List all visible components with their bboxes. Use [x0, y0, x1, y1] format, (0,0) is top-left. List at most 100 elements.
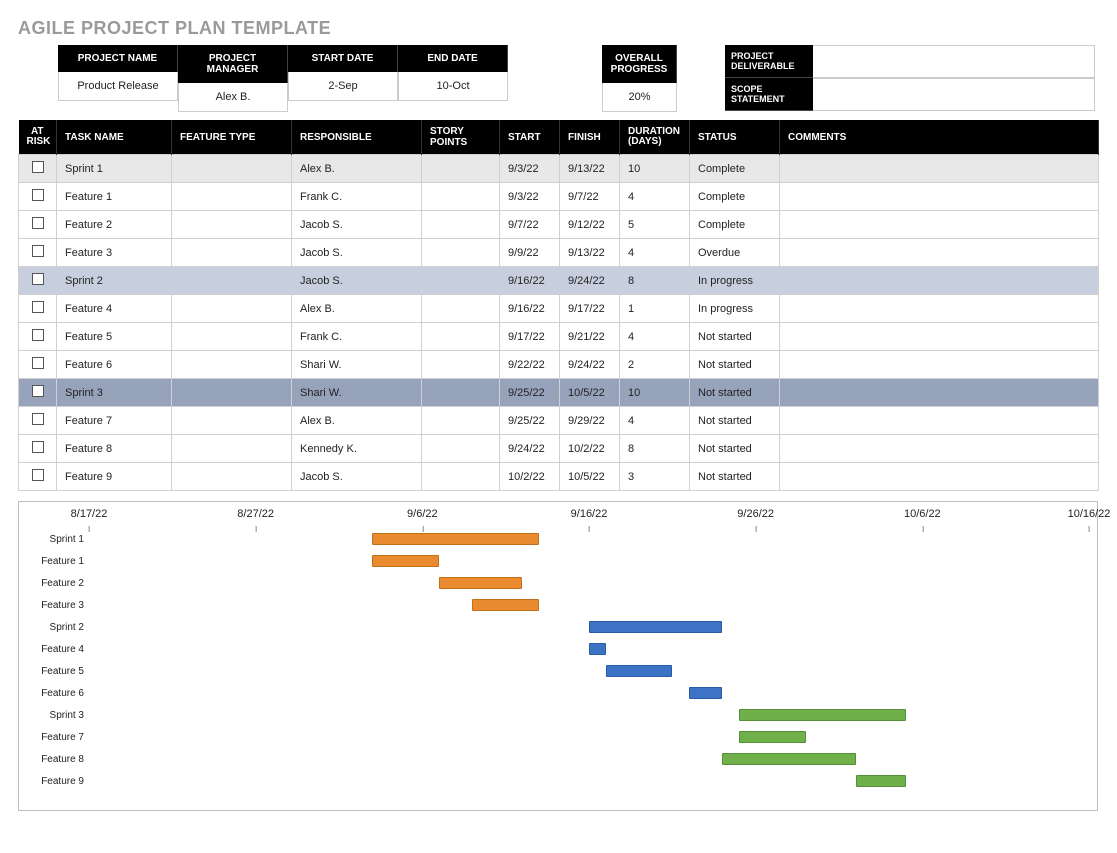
cell-finish[interactable]: 9/17/22 [560, 295, 620, 323]
cell-comments[interactable] [780, 323, 1099, 351]
cell-story-points[interactable] [422, 267, 500, 295]
cell-story-points[interactable] [422, 239, 500, 267]
project-name-value[interactable]: Product Release [58, 72, 178, 101]
cell-responsible[interactable]: Frank C. [292, 183, 422, 211]
cell-responsible[interactable]: Shari W. [292, 379, 422, 407]
cell-responsible[interactable]: Jacob S. [292, 239, 422, 267]
cell-responsible[interactable]: Alex B. [292, 295, 422, 323]
cell-task-name[interactable]: Feature 8 [57, 435, 172, 463]
cell-task-name[interactable]: Feature 3 [57, 239, 172, 267]
cell-duration[interactable]: 4 [620, 183, 690, 211]
cell-start[interactable]: 9/25/22 [500, 379, 560, 407]
cell-task-name[interactable]: Sprint 2 [57, 267, 172, 295]
at-risk-checkbox[interactable] [32, 245, 44, 257]
cell-feature-type[interactable] [172, 239, 292, 267]
cell-start[interactable]: 9/22/22 [500, 351, 560, 379]
cell-responsible[interactable]: Shari W. [292, 351, 422, 379]
cell-story-points[interactable] [422, 155, 500, 183]
start-date-value[interactable]: 2-Sep [288, 72, 398, 101]
cell-start[interactable]: 9/16/22 [500, 267, 560, 295]
cell-feature-type[interactable] [172, 155, 292, 183]
cell-finish[interactable]: 10/5/22 [560, 463, 620, 491]
cell-responsible[interactable]: Frank C. [292, 323, 422, 351]
cell-story-points[interactable] [422, 463, 500, 491]
at-risk-checkbox[interactable] [32, 273, 44, 285]
cell-feature-type[interactable] [172, 351, 292, 379]
cell-feature-type[interactable] [172, 379, 292, 407]
cell-duration[interactable]: 2 [620, 351, 690, 379]
cell-finish[interactable]: 9/12/22 [560, 211, 620, 239]
cell-story-points[interactable] [422, 379, 500, 407]
overall-progress-value[interactable]: 20% [602, 83, 677, 112]
cell-start[interactable]: 9/16/22 [500, 295, 560, 323]
cell-duration[interactable]: 10 [620, 155, 690, 183]
cell-feature-type[interactable] [172, 267, 292, 295]
cell-duration[interactable]: 1 [620, 295, 690, 323]
cell-status[interactable]: In progress [690, 295, 780, 323]
cell-finish[interactable]: 9/21/22 [560, 323, 620, 351]
cell-task-name[interactable]: Feature 5 [57, 323, 172, 351]
cell-duration[interactable]: 5 [620, 211, 690, 239]
at-risk-checkbox[interactable] [32, 161, 44, 173]
cell-responsible[interactable]: Jacob S. [292, 211, 422, 239]
cell-duration[interactable]: 3 [620, 463, 690, 491]
cell-start[interactable]: 9/3/22 [500, 155, 560, 183]
cell-start[interactable]: 9/9/22 [500, 239, 560, 267]
cell-status[interactable]: Not started [690, 379, 780, 407]
cell-status[interactable]: Complete [690, 211, 780, 239]
at-risk-checkbox[interactable] [32, 301, 44, 313]
cell-finish[interactable]: 10/5/22 [560, 379, 620, 407]
cell-status[interactable]: Not started [690, 435, 780, 463]
cell-start[interactable]: 9/17/22 [500, 323, 560, 351]
cell-story-points[interactable] [422, 351, 500, 379]
cell-task-name[interactable]: Feature 4 [57, 295, 172, 323]
cell-story-points[interactable] [422, 407, 500, 435]
at-risk-checkbox[interactable] [32, 189, 44, 201]
cell-comments[interactable] [780, 155, 1099, 183]
cell-finish[interactable]: 9/7/22 [560, 183, 620, 211]
cell-comments[interactable] [780, 463, 1099, 491]
cell-duration[interactable]: 4 [620, 323, 690, 351]
cell-start[interactable]: 9/24/22 [500, 435, 560, 463]
cell-responsible[interactable]: Kennedy K. [292, 435, 422, 463]
cell-feature-type[interactable] [172, 211, 292, 239]
cell-finish[interactable]: 9/24/22 [560, 351, 620, 379]
cell-comments[interactable] [780, 211, 1099, 239]
cell-responsible[interactable]: Alex B. [292, 155, 422, 183]
cell-comments[interactable] [780, 295, 1099, 323]
cell-status[interactable]: Overdue [690, 239, 780, 267]
cell-story-points[interactable] [422, 435, 500, 463]
cell-duration[interactable]: 4 [620, 239, 690, 267]
cell-task-name[interactable]: Feature 9 [57, 463, 172, 491]
cell-start[interactable]: 10/2/22 [500, 463, 560, 491]
at-risk-checkbox[interactable] [32, 441, 44, 453]
cell-comments[interactable] [780, 379, 1099, 407]
cell-feature-type[interactable] [172, 435, 292, 463]
cell-status[interactable]: Complete [690, 183, 780, 211]
cell-comments[interactable] [780, 351, 1099, 379]
cell-task-name[interactable]: Feature 6 [57, 351, 172, 379]
end-date-value[interactable]: 10-Oct [398, 72, 508, 101]
cell-story-points[interactable] [422, 211, 500, 239]
cell-status[interactable]: In progress [690, 267, 780, 295]
cell-responsible[interactable]: Alex B. [292, 407, 422, 435]
project-deliverable-value[interactable] [813, 45, 1095, 78]
cell-status[interactable]: Not started [690, 323, 780, 351]
scope-statement-value[interactable] [813, 78, 1095, 111]
cell-finish[interactable]: 9/13/22 [560, 155, 620, 183]
cell-comments[interactable] [780, 407, 1099, 435]
project-manager-value[interactable]: Alex B. [178, 83, 288, 112]
cell-comments[interactable] [780, 239, 1099, 267]
cell-feature-type[interactable] [172, 407, 292, 435]
cell-status[interactable]: Complete [690, 155, 780, 183]
cell-story-points[interactable] [422, 183, 500, 211]
cell-duration[interactable]: 10 [620, 379, 690, 407]
cell-story-points[interactable] [422, 323, 500, 351]
at-risk-checkbox[interactable] [32, 357, 44, 369]
cell-task-name[interactable]: Feature 1 [57, 183, 172, 211]
cell-status[interactable]: Not started [690, 407, 780, 435]
cell-duration[interactable]: 8 [620, 435, 690, 463]
cell-duration[interactable]: 8 [620, 267, 690, 295]
at-risk-checkbox[interactable] [32, 413, 44, 425]
cell-start[interactable]: 9/3/22 [500, 183, 560, 211]
